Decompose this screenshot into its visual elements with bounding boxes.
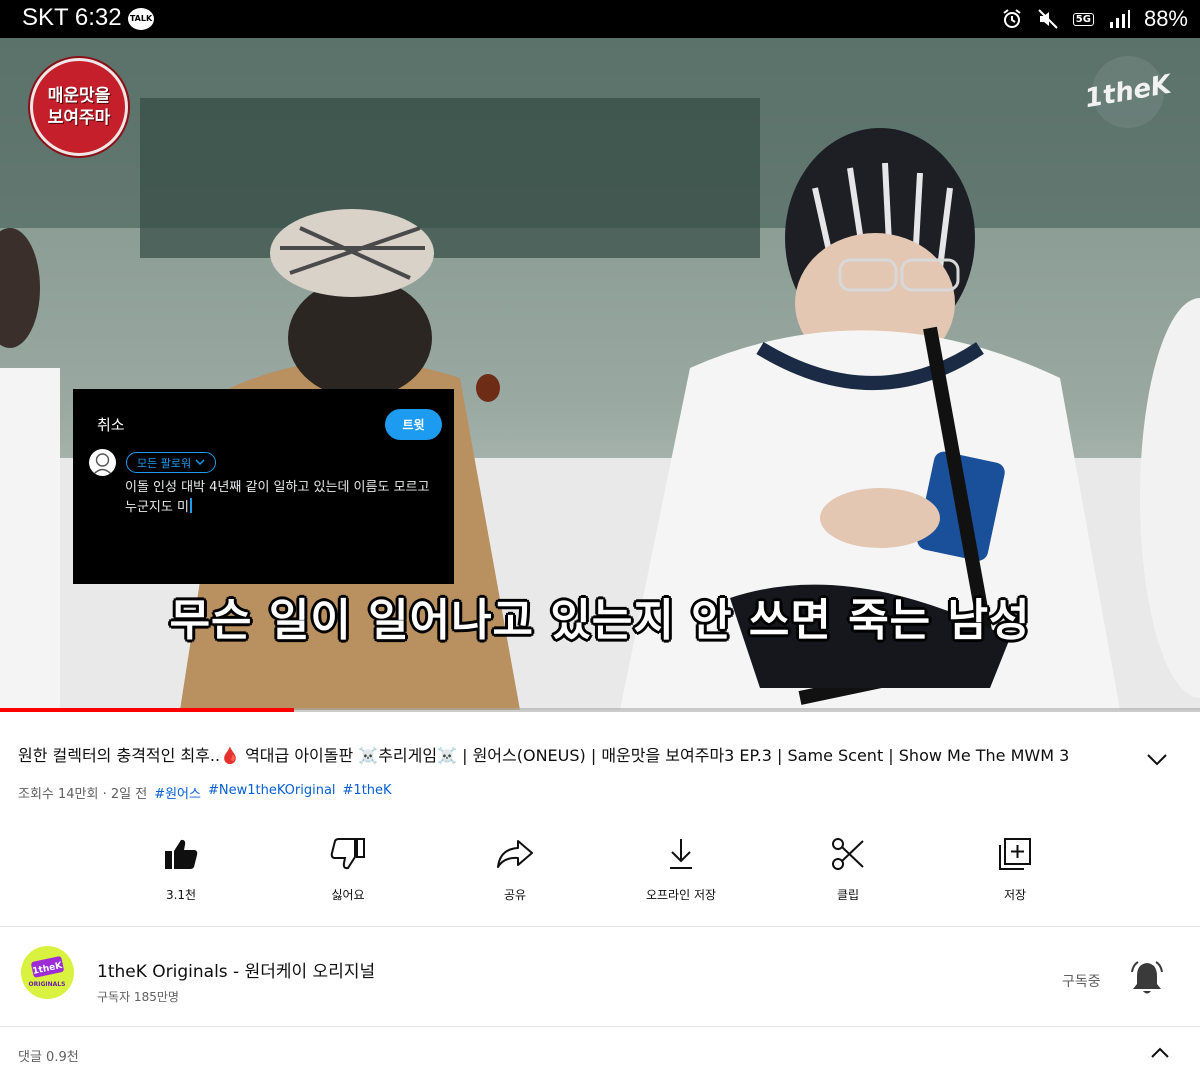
thumbs-up-icon: [165, 839, 198, 869]
chevron-down-icon: [195, 459, 205, 466]
thumbs-down-icon: [330, 838, 365, 870]
subscriber-count: 구독자 185만명: [97, 990, 179, 1004]
chevron-up-icon[interactable]: [1150, 1046, 1170, 1059]
notification-bell-icon[interactable]: [1127, 958, 1167, 998]
video-progress-bar[interactable]: [0, 708, 1200, 712]
share-icon: [497, 840, 533, 868]
show-logo-line-1: 매운맛을: [47, 86, 111, 106]
save-button[interactable]: 저장: [960, 830, 1070, 903]
dislike-label: 싫어요: [331, 888, 365, 902]
subscribed-button[interactable]: 구독중: [1062, 971, 1101, 991]
channel-avatar-sub: ORIGINALS: [29, 981, 66, 988]
tweet-audience-selector: 모든 팔로워: [126, 452, 217, 473]
network-badge: 5G: [1072, 12, 1094, 26]
tweet-text-content: 이돌 인성 대박 4년째 같이 일하고 있는데 이름도 모르고 누군지도 미: [125, 480, 430, 515]
views-and-time: 조회수 14만회 · 2일 전: [18, 787, 148, 802]
action-row: 3.1천 싫어요 공유 오프라인 저장 클립 저장: [98, 830, 1098, 910]
tweet-text: 이돌 인성 대박 4년째 같이 일하고 있는데 이름도 모르고 누군지도 미: [125, 478, 443, 518]
hashtag-link[interactable]: #New1theKOriginal: [208, 783, 336, 802]
video-meta: 조회수 14만회 · 2일 전 #원어스 #New1theKOriginal #…: [18, 783, 392, 802]
video-title[interactable]: 원한 컬렉터의 충격적인 최후..🩸 역대급 아이돌판 ☠️추리게임☠️ | 원…: [18, 742, 1118, 766]
scissors-icon: [832, 838, 864, 870]
comments-header[interactable]: 댓글 0.9천: [18, 1046, 79, 1065]
chevron-down-icon[interactable]: [1140, 745, 1174, 775]
channel-avatar[interactable]: 1theK ORIGINALS: [21, 946, 74, 999]
signal-icon: [1109, 10, 1130, 28]
dislike-button[interactable]: 싫어요: [293, 830, 403, 903]
channel-name[interactable]: 1theK Originals - 원더케이 오리지널: [97, 957, 375, 982]
video-player[interactable]: 매운맛을 보여주마 1theK 취소 트윗 모든 팔로워 이돌 인성 대박 4년…: [0, 38, 1200, 710]
kakaotalk-icon: TALK: [128, 8, 154, 30]
tweet-compose-overlay: 취소 트윗 모든 팔로워 이돌 인성 대박 4년째 같이 일하고 있는데 이름도…: [73, 389, 454, 584]
tweet-audience-label: 모든 팔로워: [137, 456, 192, 470]
share-label: 공유: [503, 888, 527, 902]
alarm-icon: [1003, 9, 1021, 28]
status-bar: SKT 6:32 TALK 5G 88%: [0, 0, 1200, 38]
show-logo-line-2: 보여주마: [47, 108, 111, 128]
show-logo: 매운맛을 보여주마: [30, 58, 128, 156]
like-button[interactable]: 3.1천: [126, 830, 236, 903]
mute-icon: [1038, 9, 1058, 29]
battery-level: 88%: [1143, 6, 1188, 31]
text-cursor: [189, 498, 192, 513]
carrier-time: SKT 6:32: [22, 4, 122, 31]
divider: [0, 926, 1200, 927]
video-caption: 무슨 일이 일어나고 있는지 안 쓰면 죽는 남성: [169, 595, 1031, 646]
tweet-button: 트윗: [385, 409, 442, 440]
download-label: 오프라인 저장: [645, 888, 717, 902]
share-button[interactable]: 공유: [460, 830, 570, 903]
save-label: 저장: [1003, 888, 1027, 902]
download-button[interactable]: 오프라인 저장: [626, 830, 736, 903]
video-progress-fill: [0, 708, 294, 712]
clip-button[interactable]: 클립: [793, 830, 903, 903]
tweet-cancel: 취소: [97, 416, 125, 434]
clip-label: 클립: [836, 888, 860, 902]
hashtag-link[interactable]: #원어스: [154, 783, 201, 802]
tweet-avatar: [89, 449, 116, 476]
download-icon: [670, 839, 692, 869]
add-to-playlist-icon: [999, 838, 1031, 870]
divider: [0, 1026, 1200, 1027]
like-count: 3.1천: [165, 888, 197, 902]
hashtag-link[interactable]: #1theK: [343, 783, 392, 802]
